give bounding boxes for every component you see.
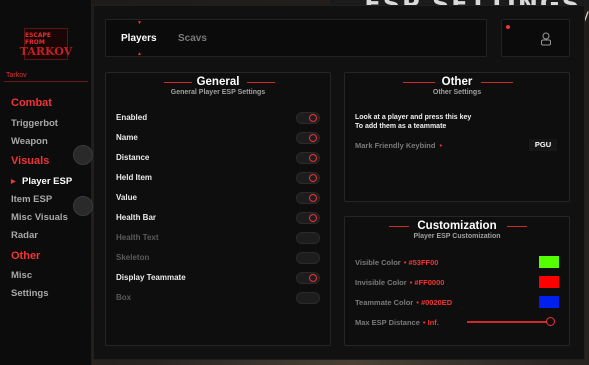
row-label: Distance bbox=[116, 153, 150, 162]
sidebar-item-item-esp[interactable]: Item ESP bbox=[11, 194, 52, 205]
row-label: Display Teammate bbox=[116, 273, 186, 282]
sidebar: ESCAPE FROM TARKOV Tarkov Combat Trigger… bbox=[0, 0, 93, 365]
status-dot bbox=[506, 25, 510, 29]
row-display-teammate: Display Teammate bbox=[116, 272, 320, 286]
teammate-color-hex: #0020ED bbox=[420, 298, 453, 307]
skull-icon bbox=[73, 145, 93, 165]
tab-scavs[interactable]: Scavs bbox=[178, 33, 207, 44]
max-distance-slider-handle[interactable] bbox=[546, 317, 555, 326]
toggle-distance[interactable] bbox=[296, 152, 320, 164]
customization-panel: Customization Player ESP Customization V… bbox=[344, 216, 570, 346]
logo: ESCAPE FROM TARKOV bbox=[20, 28, 72, 60]
toggle-display-teammate[interactable] bbox=[296, 272, 320, 284]
title-line-right bbox=[481, 82, 513, 83]
row-label: Held Item bbox=[116, 173, 153, 182]
other-panel: Other Other Settings Look at a player an… bbox=[344, 72, 570, 202]
color-hex: • #FF0000 bbox=[409, 278, 445, 287]
row-label: Value bbox=[116, 193, 137, 202]
other-info-line1: Look at a player and press this key bbox=[355, 114, 472, 121]
general-panel: General General Player ESP Settings Enab… bbox=[105, 72, 331, 346]
tab-bar: ▼ Players ▲ Scavs bbox=[105, 19, 487, 57]
max-distance-value: • Inf. bbox=[422, 318, 439, 327]
color-hex: • #53FF00 bbox=[403, 258, 439, 267]
user-icon bbox=[541, 32, 551, 46]
keybind-button[interactable]: PGU bbox=[529, 139, 557, 151]
row-label: Health Bar bbox=[116, 213, 157, 222]
toggle-value[interactable] bbox=[296, 192, 320, 204]
general-title: General bbox=[196, 76, 240, 88]
visible-color-swatch[interactable] bbox=[539, 256, 559, 268]
invisible-color-label: Invisible Color • #FF0000 bbox=[355, 278, 444, 287]
teammate-color-label: Teammate Color • #0020ED bbox=[355, 298, 452, 307]
customization-title: Customization bbox=[417, 220, 497, 232]
other-info-line2: To add them as a teammate bbox=[355, 123, 447, 130]
toggle-box[interactable] bbox=[296, 292, 320, 304]
color-label-text: Visible Color bbox=[355, 258, 401, 267]
row-label: Box bbox=[116, 293, 132, 302]
sidebar-section-other: Other bbox=[11, 250, 41, 262]
max-distance-label-text: Max ESP Distance bbox=[355, 318, 420, 327]
tab-indicator-bottom-icon: ▲ bbox=[137, 51, 142, 57]
sidebar-item-settings[interactable]: Settings bbox=[11, 288, 48, 299]
sidebar-section-combat: Combat bbox=[11, 97, 52, 109]
row-health-text: Health Text bbox=[116, 232, 320, 246]
toggle-health-bar[interactable] bbox=[296, 212, 320, 224]
teammate-color-swatch[interactable] bbox=[539, 296, 559, 308]
title-line-right bbox=[507, 226, 527, 227]
row-enabled: Enabled bbox=[116, 112, 320, 126]
visible-color-hex: #53FF00 bbox=[408, 258, 439, 267]
sidebar-item-player-esp-label: Player ESP bbox=[22, 176, 73, 187]
row-label: Health Text bbox=[116, 233, 159, 242]
row-held-item: Held Item bbox=[116, 172, 320, 186]
row-label: Skeleton bbox=[116, 253, 150, 262]
row-label: Enabled bbox=[116, 113, 148, 122]
general-subtitle: General Player ESP Settings bbox=[170, 89, 266, 96]
logo-top-text: ESCAPE FROM bbox=[25, 31, 51, 46]
invisible-color-hex: #FF0000 bbox=[414, 278, 445, 287]
sidebar-item-misc[interactable]: Misc bbox=[11, 270, 32, 281]
sidebar-item-triggerbot[interactable]: Triggerbot bbox=[11, 118, 58, 129]
sidebar-section-visuals: Visuals bbox=[11, 155, 50, 167]
toggle-name[interactable] bbox=[296, 132, 320, 144]
row-health-bar: Health Bar bbox=[116, 212, 320, 226]
sidebar-item-radar[interactable]: Radar bbox=[11, 230, 38, 241]
toggle-enabled[interactable] bbox=[296, 112, 320, 124]
other-subtitle: Other Settings bbox=[432, 89, 482, 96]
logo-box: ESCAPE FROM TARKOV bbox=[20, 28, 72, 60]
avatar-icon bbox=[73, 196, 93, 216]
sidebar-item-player-esp[interactable]: Player ESP bbox=[11, 176, 72, 187]
max-distance-value-text: Inf. bbox=[427, 318, 439, 327]
row-skeleton: Skeleton bbox=[116, 252, 320, 266]
visible-color-label: Visible Color • #53FF00 bbox=[355, 258, 438, 267]
toggle-health-text[interactable] bbox=[296, 232, 320, 244]
keybind-label-text: Mark Friendly Keybind bbox=[355, 141, 436, 150]
toggle-skeleton[interactable] bbox=[296, 252, 320, 264]
max-distance-slider[interactable] bbox=[467, 321, 551, 323]
max-distance-label: Max ESP Distance • Inf. bbox=[355, 318, 439, 327]
title-line-right bbox=[247, 82, 275, 83]
brand-name: Tarkov bbox=[6, 72, 27, 79]
row-label: Name bbox=[116, 133, 138, 142]
color-label-text: Teammate Color bbox=[355, 298, 414, 307]
row-name: Name bbox=[116, 132, 320, 146]
color-label-text: Invisible Color bbox=[355, 278, 407, 287]
row-box: Box bbox=[116, 292, 320, 306]
sidebar-item-misc-visuals[interactable]: Misc Visuals bbox=[11, 212, 68, 223]
keybind-dot-icon: • bbox=[439, 141, 443, 150]
brand-divider bbox=[4, 81, 88, 82]
other-title: Other bbox=[441, 76, 473, 88]
profile-box[interactable] bbox=[501, 19, 570, 57]
customization-subtitle: Player ESP Customization bbox=[413, 233, 501, 240]
tab-indicator-top-icon: ▼ bbox=[137, 20, 142, 26]
sidebar-item-weapon[interactable]: Weapon bbox=[11, 136, 48, 147]
main-panel: ▼ Players ▲ Scavs General General Player… bbox=[93, 5, 585, 360]
invisible-color-swatch[interactable] bbox=[539, 276, 559, 288]
tab-players[interactable]: Players bbox=[121, 33, 157, 44]
toggle-held-item[interactable] bbox=[296, 172, 320, 184]
color-hex: • #0020ED bbox=[416, 298, 453, 307]
logo-big-text: TARKOV bbox=[19, 44, 73, 58]
keybind-label: Mark Friendly Keybind • bbox=[355, 141, 442, 150]
row-distance: Distance bbox=[116, 152, 320, 166]
row-value: Value bbox=[116, 192, 320, 206]
